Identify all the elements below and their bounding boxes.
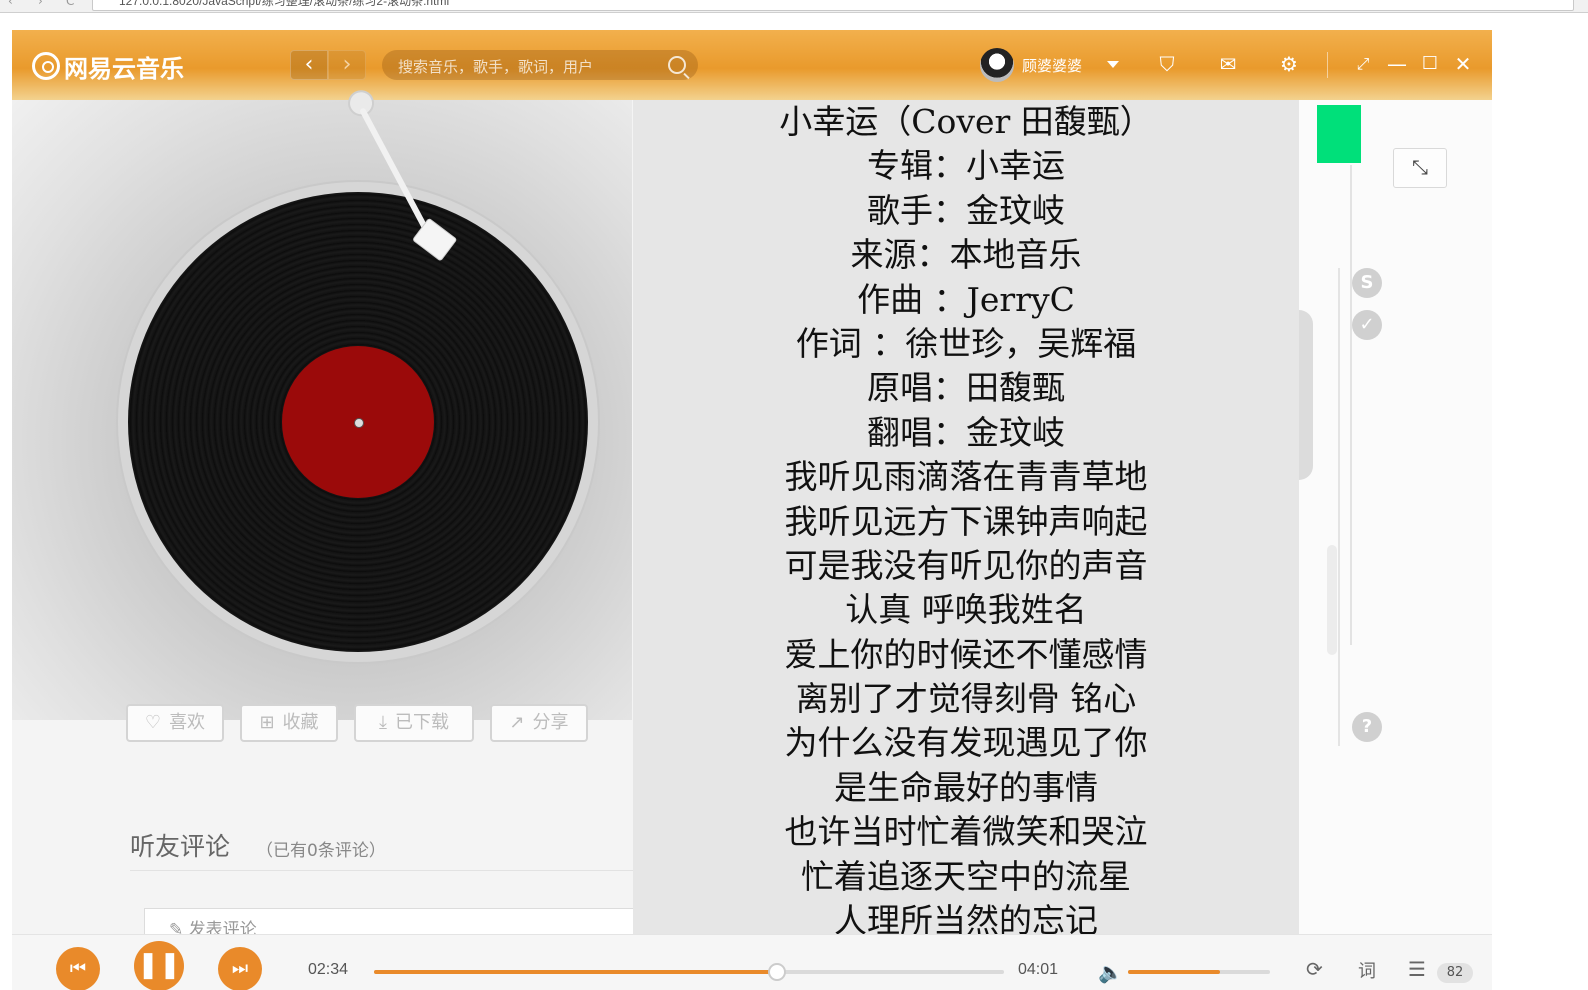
- lyric-line: 原唱：田馥甄: [867, 368, 1065, 408]
- player-bar: ⏮ ❚❚ ⏭ 02:34 04:01 🔈 ⟳ 词 ☰ 82: [12, 934, 1492, 990]
- volume-icon[interactable]: 🔈: [1098, 960, 1123, 984]
- close-icon[interactable]: ✕: [1452, 54, 1474, 74]
- search-box[interactable]: 搜索音乐，歌手，歌词，用户: [382, 50, 698, 80]
- loop-icon[interactable]: ⟳: [1306, 957, 1323, 981]
- turntable-area: [12, 85, 632, 720]
- lyric-line: 离别了才觉得刻骨 铭心: [795, 679, 1137, 719]
- tshirt-icon[interactable]: ⛉: [1156, 54, 1178, 74]
- lyric-line: 我听见雨滴落在青青草地: [784, 457, 1148, 497]
- vinyl-record: [128, 192, 588, 652]
- lyric-line: 为什么没有发现遇见了你: [784, 723, 1148, 763]
- browser-reload-icon[interactable]: C: [66, 0, 74, 8]
- username[interactable]: 顾婆婆婆: [1022, 55, 1082, 76]
- right-side-area: [1299, 100, 1492, 960]
- app-header: 网易云音乐 ‹ › 搜索音乐，歌手，歌词，用户 顾婆婆婆 ⛉ ✉ ⚙ ⤢ — ☐…: [12, 30, 1492, 100]
- history-nav: ‹ ›: [290, 50, 368, 82]
- lyric-line: 来源：本地音乐: [850, 235, 1082, 275]
- record-spindle: [354, 418, 364, 428]
- search-input[interactable]: 搜索音乐，歌手，歌词，用户: [398, 56, 593, 77]
- lyric-line: 作曲 ：JerryC: [857, 279, 1075, 319]
- comments-divider: [130, 870, 640, 871]
- lyric-line: 可是我没有听见你的声音: [784, 545, 1148, 585]
- lyric-line: 爱上你的时候还不懂感情: [784, 634, 1148, 674]
- record-label: [282, 346, 434, 498]
- sq-icon[interactable]: S: [1352, 268, 1382, 298]
- lyric-line: 忙着追逐天空中的流星: [801, 856, 1131, 896]
- address-bar[interactable]: 127.0.0.1:8020/JavaScript/练习整理/滚动条/练习2-滚…: [92, 0, 1574, 11]
- add-folder-icon: ⊞: [259, 712, 275, 733]
- playlist-count: 82: [1437, 963, 1473, 983]
- search-icon[interactable]: [668, 56, 686, 74]
- browser-toolbar: ‹ › C 127.0.0.1:8020/JavaScript/练习整理/滚动条…: [0, 0, 1588, 13]
- back-button[interactable]: ‹: [290, 50, 328, 80]
- next-button[interactable]: ⏭: [218, 947, 262, 990]
- share-label: 分享: [532, 712, 569, 733]
- minimize-icon[interactable]: —: [1386, 54, 1408, 74]
- netease-logo-icon: [32, 52, 60, 80]
- playlist-icon[interactable]: ☰: [1408, 957, 1426, 981]
- gear-icon[interactable]: ⚙: [1278, 54, 1300, 74]
- check-icon[interactable]: ✓: [1352, 310, 1382, 340]
- avatar[interactable]: [980, 48, 1014, 82]
- lyric-line: 认真 呼唤我姓名: [845, 590, 1087, 630]
- pause-button[interactable]: ❚❚: [134, 941, 184, 990]
- previous-button[interactable]: ⏮: [56, 947, 100, 990]
- lyric-line: 小幸运（Cover 田馥甄）: [779, 102, 1153, 141]
- collect-label: 收藏: [282, 712, 319, 733]
- forward-button[interactable]: ›: [328, 50, 366, 80]
- heart-icon: ♡: [144, 712, 162, 733]
- scrollbar-thumb[interactable]: [1317, 105, 1361, 163]
- app-logo[interactable]: 网易云音乐: [32, 50, 184, 83]
- browser-forward-icon[interactable]: ›: [38, 0, 43, 8]
- scrollbar-track[interactable]: [1350, 165, 1352, 645]
- lyric-line: 是生命最好的事情: [834, 767, 1098, 807]
- mini-mode-icon[interactable]: ⤢: [1352, 54, 1374, 74]
- side-divider: [1338, 268, 1340, 746]
- like-button[interactable]: ♡ 喜欢: [126, 704, 224, 742]
- chevron-down-icon[interactable]: [1107, 61, 1119, 68]
- side-scrollbar[interactable]: [1327, 545, 1337, 655]
- help-icon[interactable]: ?: [1352, 712, 1382, 742]
- progress-knob[interactable]: [768, 963, 787, 981]
- app-name: 网易云音乐: [64, 55, 184, 83]
- share-icon: ↗: [509, 712, 525, 733]
- song-actions: ♡ 喜欢 ⊞ 收藏 ⤓ 已下载 ↗ 分享: [126, 704, 604, 742]
- download-label: 已下载: [394, 712, 449, 733]
- collect-button[interactable]: ⊞ 收藏: [240, 704, 338, 742]
- total-time: 04:01: [1018, 961, 1059, 978]
- download-button[interactable]: ⤓ 已下载: [354, 704, 474, 742]
- comments-count: （已有0条评论）: [256, 841, 386, 861]
- lyric-line: 翻唱：金玟岐: [867, 412, 1065, 452]
- lyric-line: 也许当时忙着微笑和哭泣: [784, 812, 1148, 852]
- share-button[interactable]: ↗ 分享: [490, 704, 588, 742]
- lyrics-toggle-icon[interactable]: 词: [1358, 957, 1376, 983]
- collapse-button[interactable]: ⤡: [1393, 148, 1447, 188]
- progress-bar[interactable]: [374, 963, 1004, 981]
- lyrics-panel[interactable]: 小幸运（Cover 田馥甄） 专辑：小幸运 歌手：金玟岐 来源：本地音乐 作曲 ：Jer…: [633, 100, 1299, 960]
- address-bar-url: 127.0.0.1:8020/JavaScript/练习整理/滚动条/练习2-滚…: [119, 0, 450, 8]
- panel-edge-curve: [1299, 310, 1313, 480]
- lyrics-list: 小幸运（Cover 田馥甄） 专辑：小幸运 歌手：金玟岐 来源：本地音乐 作曲 ：Jer…: [633, 100, 1299, 943]
- page-left-gutter: [0, 13, 12, 990]
- browser-back-icon[interactable]: ‹: [8, 0, 13, 8]
- lyric-line: 歌手：金玟岐: [867, 190, 1065, 230]
- lyric-line: 作词 ：徐世珍，吴辉福: [795, 323, 1137, 363]
- progress-fill: [374, 970, 778, 974]
- mail-icon[interactable]: ✉: [1217, 54, 1239, 74]
- lyric-line: 我听见远方下课钟声响起: [784, 501, 1148, 541]
- header-divider: [1327, 52, 1328, 78]
- music-app-window: 网易云音乐 ‹ › 搜索音乐，歌手，歌词，用户 顾婆婆婆 ⛉ ✉ ⚙ ⤢ — ☐…: [12, 30, 1492, 990]
- volume-fill: [1128, 970, 1221, 974]
- maximize-icon[interactable]: ☐: [1419, 54, 1441, 74]
- comments-title: 听友评论: [130, 832, 231, 861]
- like-label: 喜欢: [169, 712, 206, 733]
- download-icon: ⤓: [379, 712, 387, 733]
- current-time: 02:34: [308, 961, 349, 978]
- volume-slider[interactable]: [1128, 970, 1270, 974]
- lyric-line: 专辑：小幸运: [867, 146, 1065, 186]
